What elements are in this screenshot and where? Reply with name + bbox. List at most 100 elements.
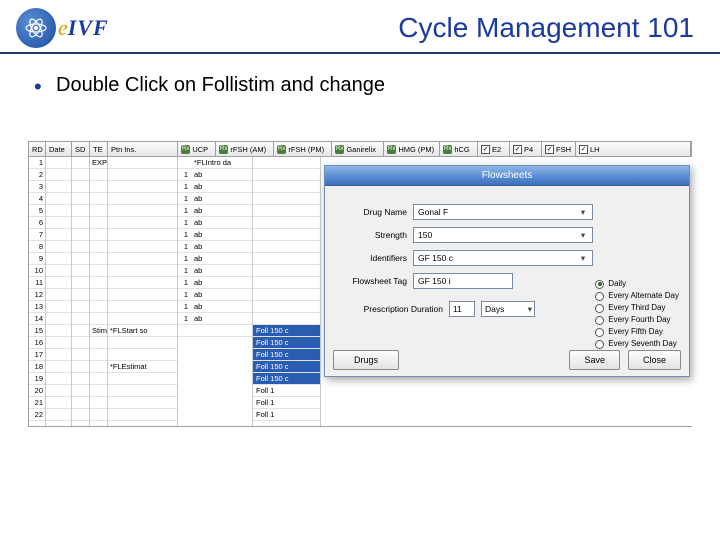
mid-row[interactable]: 1ab: [178, 217, 252, 229]
med-cell[interactable]: Foll 1: [253, 409, 320, 421]
mid-row[interactable]: 1ab: [178, 289, 252, 301]
rd-cell[interactable]: 15: [29, 325, 45, 337]
flowsheet-tag-label: Flowsheet Tag: [335, 276, 413, 286]
radio-daily[interactable]: Daily: [595, 278, 679, 290]
rd-cell[interactable]: 12: [29, 289, 45, 301]
row-drug-name: Drug Name Gonal F: [335, 204, 679, 220]
rd-cell[interactable]: 18: [29, 361, 45, 373]
ptn-cell[interactable]: *FLEstimat: [108, 361, 177, 373]
rd-cell[interactable]: 1: [29, 157, 45, 169]
checkbox-icon[interactable]: ✓: [513, 145, 522, 154]
rd-cell[interactable]: 5: [29, 205, 45, 217]
presc-duration-unit[interactable]: Days: [481, 301, 535, 317]
rd-cell[interactable]: 22: [29, 409, 45, 421]
mid-row[interactable]: 1ab: [178, 181, 252, 193]
col-hcg[interactable]: RxhCG: [440, 142, 478, 156]
identifiers-field[interactable]: GF 150 c: [413, 250, 593, 266]
mid-row[interactable]: 1ab: [178, 253, 252, 265]
rd-cell[interactable]: 8: [29, 241, 45, 253]
mid-row[interactable]: 1ab: [178, 301, 252, 313]
rd-cell[interactable]: 21: [29, 397, 45, 409]
date-cell[interactable]: [46, 157, 71, 169]
med-cell[interactable]: Foll 1: [253, 397, 320, 409]
checkbox-icon[interactable]: ✓: [481, 145, 490, 154]
rd-cell[interactable]: 3: [29, 181, 45, 193]
checkbox-icon[interactable]: ✓: [579, 145, 588, 154]
rd-cell[interactable]: 19: [29, 373, 45, 385]
col-rfsh-am[interactable]: RxrFSH (AM): [216, 142, 274, 156]
mid-row[interactable]: 1ab: [178, 265, 252, 277]
col-hmg-pm[interactable]: RxHMG (PM): [384, 142, 440, 156]
ptn-cell[interactable]: *FLStart so: [108, 325, 177, 337]
col-ptn[interactable]: Ptn Ins.: [108, 142, 178, 156]
pill-icon: Rx: [277, 145, 286, 154]
rd-cell[interactable]: 16: [29, 337, 45, 349]
drugs-button[interactable]: Drugs: [333, 350, 399, 370]
rd-cell[interactable]: 11: [29, 277, 45, 289]
strength-field[interactable]: 150: [413, 227, 593, 243]
rd-cell[interactable]: 7: [29, 229, 45, 241]
mid-row[interactable]: 1ab: [178, 229, 252, 241]
med-cell[interactable]: Foll 1: [253, 385, 320, 397]
rd-column: 1 2 3 4 5 6 7 8 9 10 11 12 13 14 15 16 1…: [29, 157, 46, 426]
rd-cell[interactable]: 13: [29, 301, 45, 313]
med-cell-selected[interactable]: Foll 150 c: [253, 325, 320, 337]
eivf-logo-text: eIVF: [58, 15, 109, 41]
med-cell-selected[interactable]: Foll 150 c: [253, 337, 320, 349]
med-cell-selected[interactable]: Foll 150 c: [253, 373, 320, 385]
col-rfsh-pm[interactable]: RxrFSH (PM): [274, 142, 332, 156]
close-button[interactable]: Close: [628, 350, 681, 370]
col-ganirelix[interactable]: RxGanirelix: [332, 142, 384, 156]
rd-cell[interactable]: 20: [29, 385, 45, 397]
radio-third[interactable]: Every Third Day: [595, 302, 679, 314]
rd-cell[interactable]: 2: [29, 169, 45, 181]
rd-cell[interactable]: 10: [29, 265, 45, 277]
med-cell-selected[interactable]: Foll 150 c: [253, 349, 320, 361]
mid-row[interactable]: 1ab: [178, 205, 252, 217]
rd-cell[interactable]: 4: [29, 193, 45, 205]
mid-row[interactable]: 1ab: [178, 277, 252, 289]
grid-header: RD Date SD TE Ptn Ins. RxUCP RxrFSH (AM)…: [28, 141, 692, 157]
mid-row[interactable]: 1ab: [178, 241, 252, 253]
col-sd[interactable]: SD: [72, 142, 90, 156]
bullet-text: Double Click on Follistim and change: [30, 74, 690, 97]
rd-cell[interactable]: 6: [29, 217, 45, 229]
te-column: EXP Stim Start: [90, 157, 108, 426]
te-cell[interactable]: EXP: [90, 157, 107, 169]
dialog-titlebar[interactable]: Flowsheets: [325, 166, 689, 186]
radio-alternate[interactable]: Every Alternate Day: [595, 290, 679, 302]
col-rd[interactable]: RD: [29, 142, 46, 156]
te-cell[interactable]: Stim Start: [90, 325, 107, 337]
col-ucp[interactable]: RxUCP: [178, 142, 216, 156]
col-lh[interactable]: ✓LH: [576, 142, 691, 156]
mid-row[interactable]: 1ab: [178, 193, 252, 205]
pill-icon: Rx: [335, 145, 344, 154]
rd-cell[interactable]: 17: [29, 349, 45, 361]
col-te[interactable]: TE: [90, 142, 108, 156]
mid-row[interactable]: 1ab: [178, 313, 252, 325]
ptn-cell[interactable]: [108, 157, 177, 169]
col-p4[interactable]: ✓P4: [510, 142, 542, 156]
drug-name-label: Drug Name: [335, 207, 413, 217]
mid-row[interactable]: EXP*FLIntro da: [178, 157, 252, 169]
radio-seventh[interactable]: Every Seventh Day: [595, 338, 679, 350]
drug-name-field[interactable]: Gonal F: [413, 204, 593, 220]
save-button[interactable]: Save: [569, 350, 620, 370]
radio-fifth[interactable]: Every Fifth Day: [595, 326, 679, 338]
col-e2[interactable]: ✓E2: [478, 142, 510, 156]
logo-ivf: IVF: [68, 15, 109, 40]
radio-fourth[interactable]: Every Fourth Day: [595, 314, 679, 326]
med-cell-selected[interactable]: Foll 150 c: [253, 361, 320, 373]
rd-cell[interactable]: 9: [29, 253, 45, 265]
mid-row[interactable]: 1ab: [178, 169, 252, 181]
checkbox-icon[interactable]: ✓: [545, 145, 554, 154]
row-identifiers: Identifiers GF 150 c: [335, 250, 679, 266]
app-screenshot: RD Date SD TE Ptn Ins. RxUCP RxrFSH (AM)…: [28, 140, 692, 440]
presc-duration-number[interactable]: 11: [449, 301, 475, 317]
flowsheet-tag-field[interactable]: GF 150 i: [413, 273, 513, 289]
flowsheets-dialog: Flowsheets Drug Name Gonal F Strength 15…: [324, 165, 690, 377]
rd-cell[interactable]: 14: [29, 313, 45, 325]
col-fsh[interactable]: ✓FSH: [542, 142, 576, 156]
strength-label: Strength: [335, 230, 413, 240]
col-date[interactable]: Date: [46, 142, 72, 156]
